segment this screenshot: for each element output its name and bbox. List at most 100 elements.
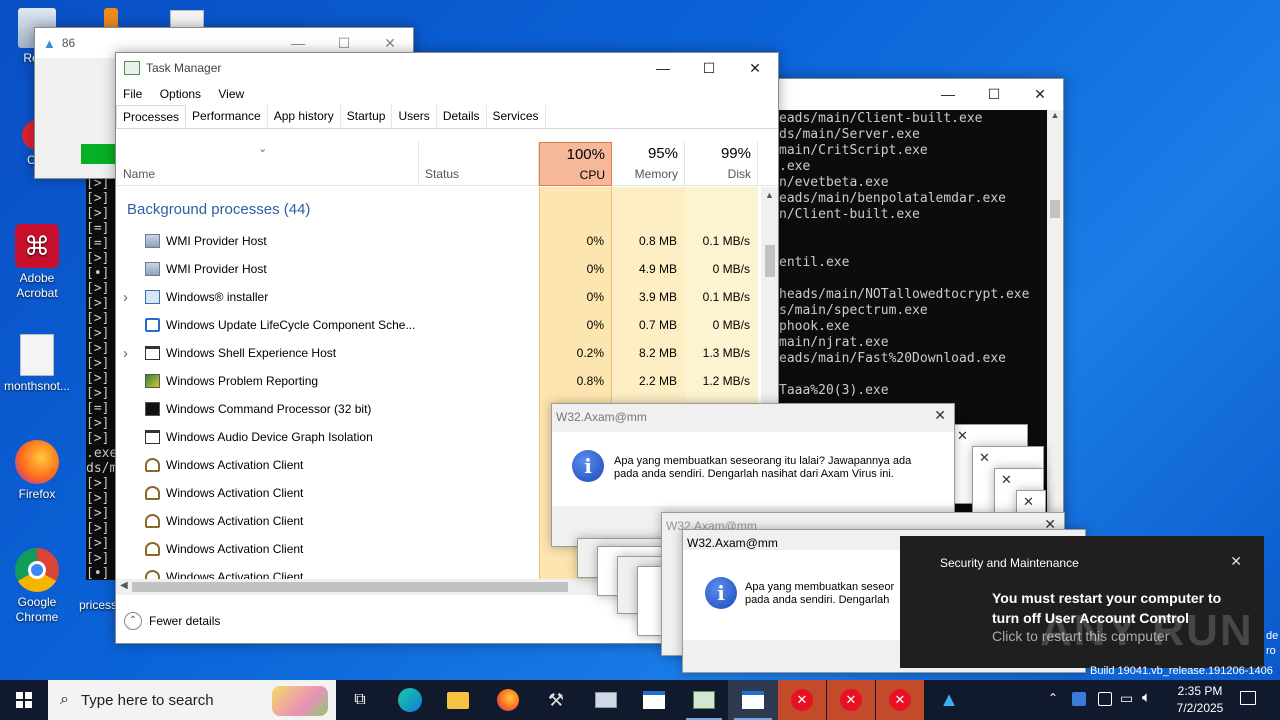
expand-chevron-icon[interactable]: › [123,289,128,306]
maximize-button[interactable]: ☐ [686,53,732,83]
desktop-icon-acrobat[interactable]: ⌘ Adobe Acrobat [0,224,74,301]
console-line: ds/m [86,461,116,476]
menu-view[interactable]: View [218,87,244,101]
process-cpu: 0.2% [576,346,604,360]
close-icon[interactable]: ✕ [979,450,990,466]
task-view-button[interactable]: ⧉ [336,680,384,720]
console-line: s/main/spectrum.exe [779,303,928,318]
menu-file[interactable]: File [123,87,142,101]
network-icon[interactable]: ▭ [1120,690,1133,707]
problem-report-icon [145,374,160,388]
clock-time[interactable]: 2:35 PM [1172,684,1228,698]
taskbar-error-3[interactable]: ✕ [876,680,924,720]
process-cpu: 0% [586,318,604,332]
taskbar-error-2[interactable]: ✕ [827,680,875,720]
scroll-thumb[interactable] [132,582,568,592]
taskbar-error-1[interactable]: ✕ [778,680,826,720]
maximize-button[interactable]: ☐ [971,79,1017,109]
group-row[interactable]: Background processes (44) [116,187,758,227]
process-row[interactable]: › Windows® installer 0% 3.9 MB 0.1 MB/s [116,283,758,311]
taskbar-explorer[interactable] [434,680,482,720]
desktop-icon-monthsnot[interactable]: monthsnot... [0,334,74,394]
fewer-details-button[interactable]: ⌃ Fewer details [124,611,220,631]
scroll-left-icon[interactable]: ◀ [120,580,128,591]
clock-date[interactable]: 7/2/2025 [1172,701,1228,715]
console-scrollbar[interactable]: ▲ [1047,110,1063,517]
process-name: Windows Audio Device Graph Isolation [166,430,373,444]
scroll-thumb[interactable] [765,245,775,277]
expand-chevron-icon[interactable]: › [123,345,128,362]
start-button[interactable] [0,680,48,720]
console-output-left: [>] [>] [>] [=] [=] [>] [•] [>] [>] [>] [>] [>] [>][… [86,175,116,580]
minimize-button[interactable]: — [640,53,686,83]
close-button[interactable]: ✕ [1017,79,1063,109]
taskbar-task-manager[interactable] [680,680,728,720]
search-box[interactable]: ⌕ Type here to search [48,680,336,720]
volume-icon[interactable]: 🔈︎ [1142,689,1151,706]
desktop-icon-firefox[interactable]: Firefox [0,440,74,502]
console-line: [>] [86,251,110,266]
toast-app-name: Security and Maintenance [940,556,1079,570]
column-cpu[interactable]: 100% CPU [539,142,612,186]
process-row[interactable]: Windows Problem Reporting 0.8% 2.2 MB 1.2 M… [116,367,758,395]
console-line: [>] [86,356,110,371]
console-titlebar[interactable]: — ☐ ✕ [741,79,1063,109]
column-memory[interactable]: 95% Memory [612,142,685,186]
close-icon[interactable]: ✕ [1230,553,1242,570]
taskbar-app-active[interactable] [728,680,778,720]
task-manager-titlebar[interactable]: Task Manager — ☐ ✕ [116,53,778,83]
taskbar-app[interactable]: ▲ [925,680,973,720]
process-memory: 3.9 MB [638,290,677,304]
tab-processes[interactable]: Processes [116,105,187,128]
close-icon[interactable]: ✕ [1001,472,1012,488]
process-row[interactable]: WMI Provider Host 0% 0.8 MB 0.1 MB/s [116,227,758,255]
tab-startup[interactable]: Startup [341,105,393,128]
menu-options[interactable]: Options [160,87,201,101]
tab-app-history[interactable]: App history [268,105,341,128]
column-name[interactable]: ⌄ Name [116,142,419,186]
close-icon[interactable]: ✕ [957,428,968,444]
scroll-up-icon[interactable]: ▲ [1047,110,1063,120]
desktop-icon-chrome[interactable]: Google Chrome [0,548,74,625]
notification-icon[interactable] [1240,691,1256,705]
column-name-label: Name [123,167,156,181]
process-name: Windows Shell Experience Host [166,346,337,360]
console-line: [>] [86,296,110,311]
desktop-icon-label: Adobe Acrobat [16,271,58,300]
tab-performance[interactable]: Performance [186,105,268,128]
process-row[interactable]: › Windows Shell Experience Host 0.2% 8.2 MB… [116,339,758,367]
taskbar-firefox[interactable] [484,680,532,720]
firefox-icon [15,440,59,484]
scroll-thumb[interactable] [1050,200,1060,218]
console-line: eads/main/Fast%20Download.exe [779,351,1006,366]
tab-details[interactable]: Details [437,105,487,128]
tray-device-icon[interactable] [1098,692,1112,706]
process-name: WMI Provider Host [166,262,267,276]
taskbar-edge[interactable] [386,680,434,720]
process-row[interactable]: WMI Provider Host 0% 4.9 MB 0 MB/s [116,255,758,283]
taskbar-tool[interactable]: ⚒ [532,680,580,720]
tab-services[interactable]: Services [487,105,546,128]
notification-toast[interactable]: Security and Maintenance ✕ You must rest… [900,536,1264,668]
scroll-up-icon[interactable]: ▲ [761,187,778,200]
key-icon [145,514,160,528]
close-icon[interactable]: ✕ [934,407,946,424]
tab-users[interactable]: Users [392,105,437,128]
column-disk[interactable]: 99% Disk [685,142,758,186]
process-row[interactable]: Windows Update LifeCycle Component Sche.… [116,311,758,339]
taskbar-app[interactable] [630,680,678,720]
tray-expand-icon[interactable]: ⌃ [1048,691,1058,705]
error-icon: ✕ [791,689,813,711]
memory-label: Memory [634,167,678,181]
console-line: [>] [86,491,110,506]
menu-bar: File Options View [116,83,778,105]
close-button[interactable]: ✕ [732,53,778,83]
column-status[interactable]: Status [419,142,539,186]
console-line: [>] [86,326,110,341]
process-cpu: 0% [586,262,604,276]
taskbar-app[interactable] [582,680,630,720]
close-icon[interactable]: ✕ [1023,494,1034,510]
tray-app-icon[interactable] [1072,692,1086,706]
console-line: heads/main/NOTallowedtocrypt.exe [779,287,1030,302]
minimize-button[interactable]: — [925,79,971,109]
